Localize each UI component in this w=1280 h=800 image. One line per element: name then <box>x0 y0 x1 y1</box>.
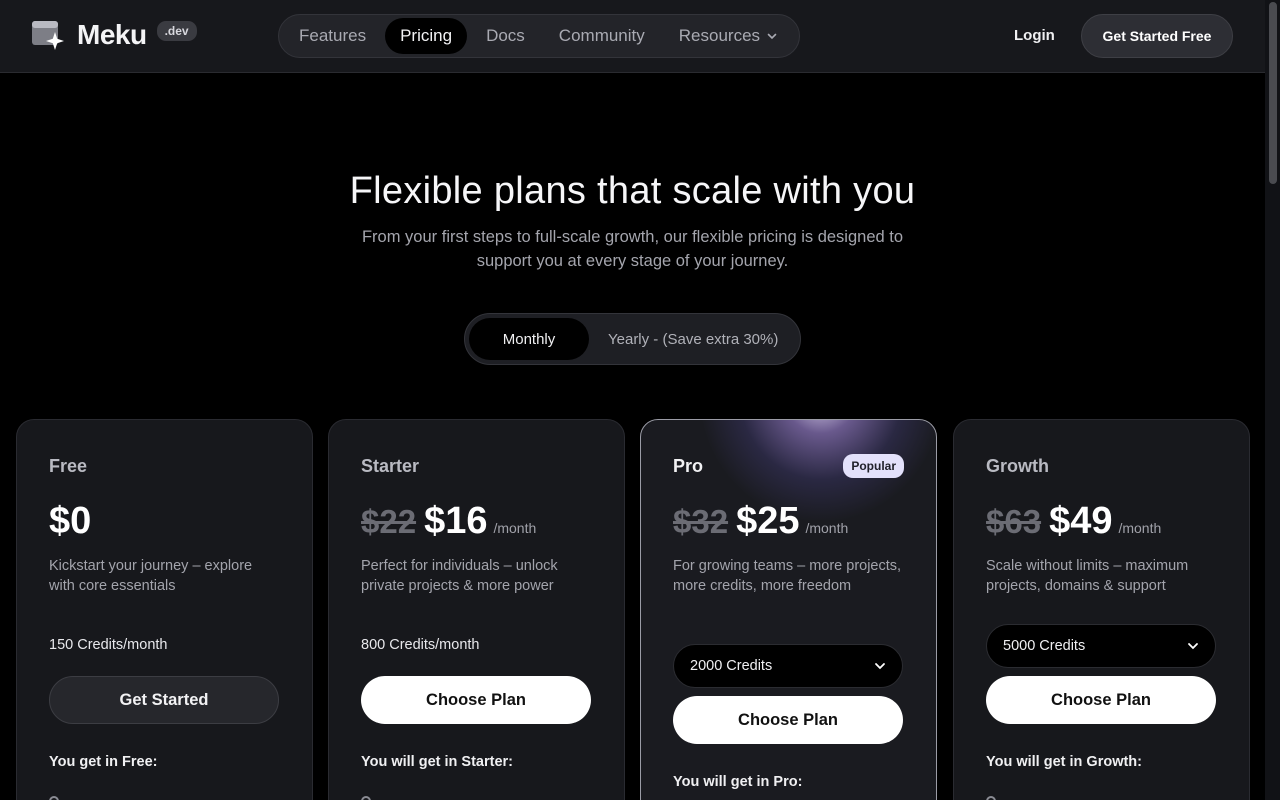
brand-badge: .dev <box>156 21 197 41</box>
plan-description: Scale without limits – maximum projects,… <box>986 558 1189 594</box>
price-row: $22 $16 /month <box>361 500 536 543</box>
plan-price: $16 <box>424 500 488 542</box>
get-started-button[interactable]: Get Started <box>49 676 279 724</box>
main-nav: Features Pricing Docs Community Resource… <box>278 14 800 58</box>
price-row: $63 $49 /month <box>986 500 1161 543</box>
plan-period: /month <box>805 520 849 536</box>
plan-card-growth: Growth $63 $49 /month Scale without limi… <box>953 419 1250 800</box>
choose-plan-button[interactable]: Choose Plan <box>361 676 591 724</box>
brand-logo[interactable]: Meku .dev <box>31 18 197 52</box>
page-subtitle: From your first steps to full-scale grow… <box>361 228 904 270</box>
plan-includes-heading: You will get in Growth: <box>986 754 1142 770</box>
login-link[interactable]: Login <box>1014 27 1055 44</box>
plan-credits: 800 Credits/month <box>361 637 480 653</box>
plan-name: Pro <box>673 456 704 476</box>
plan-name: Free <box>49 456 88 476</box>
plan-card-free: Free $0 Kickstart your journey – explore… <box>16 419 313 800</box>
billing-toggle: Monthly Yearly - (Save extra 30%) <box>464 313 801 365</box>
nav-pricing[interactable]: Pricing <box>385 18 468 54</box>
plan-price: $25 <box>736 500 800 542</box>
plan-description: Kickstart your journey – explore with co… <box>49 558 253 594</box>
feature-bullet-icon <box>361 796 371 800</box>
feature-bullet-icon <box>986 796 996 800</box>
price-row: $0 <box>49 500 91 543</box>
plan-name: Growth <box>986 456 1049 476</box>
sparkle-window-icon <box>32 21 64 50</box>
credits-select-value: 5000 Credits <box>1003 638 1086 654</box>
plan-card-starter: Starter $22 $16 /month Perfect for indiv… <box>328 419 625 800</box>
plan-includes-heading: You will get in Starter: <box>361 754 513 770</box>
plan-old-price: $32 <box>673 503 729 540</box>
nav-resources[interactable]: Resources <box>664 18 792 54</box>
chevron-down-icon <box>875 663 885 670</box>
scrollbar-thumb[interactable] <box>1269 2 1277 184</box>
plan-description: Perfect for individuals – unlock private… <box>361 558 558 594</box>
page-title: Flexible plans that scale with you <box>349 170 916 212</box>
plan-description: For growing teams – more projects, more … <box>673 558 902 594</box>
billing-monthly-option[interactable]: Monthly <box>469 318 589 360</box>
choose-plan-button[interactable]: Choose Plan <box>986 676 1216 724</box>
plan-price: $49 <box>1049 500 1113 542</box>
credits-select[interactable]: 5000 Credits <box>986 624 1216 668</box>
plan-old-price: $63 <box>986 503 1042 540</box>
choose-plan-button[interactable]: Choose Plan <box>673 696 903 744</box>
plan-price: $0 <box>49 500 92 542</box>
billing-yearly-option[interactable]: Yearly - (Save extra 30%) <box>608 318 778 360</box>
top-header: Meku .dev Features Pricing Docs Communit… <box>0 0 1265 73</box>
credits-select[interactable]: 2000 Credits <box>673 644 903 688</box>
plan-period: /month <box>493 520 537 536</box>
plan-includes-heading: You get in Free: <box>49 754 158 770</box>
price-row: $32 $25 /month <box>673 500 848 543</box>
nav-resources-label: Resources <box>678 26 761 45</box>
chevron-down-icon <box>767 33 777 40</box>
credits-select-value: 2000 Credits <box>690 658 773 674</box>
feature-bullet-icon <box>49 796 59 800</box>
popular-badge: Popular <box>843 454 904 478</box>
plan-period: /month <box>1118 520 1162 536</box>
get-started-free-button[interactable]: Get Started Free <box>1081 14 1233 58</box>
brand-name: Meku <box>77 19 147 50</box>
chevron-down-icon <box>1188 643 1198 650</box>
plan-credits: 150 Credits/month <box>49 637 168 653</box>
plan-card-pro: Pro Popular $32 $25 /month For growing t… <box>640 419 937 800</box>
page-scrollbar[interactable] <box>1265 0 1280 800</box>
plan-includes-heading: You will get in Pro: <box>673 774 803 790</box>
plan-old-price: $22 <box>361 503 417 540</box>
nav-docs[interactable]: Docs <box>471 18 540 54</box>
nav-community[interactable]: Community <box>544 18 660 54</box>
plan-name: Starter <box>361 456 420 476</box>
nav-features[interactable]: Features <box>284 18 381 54</box>
